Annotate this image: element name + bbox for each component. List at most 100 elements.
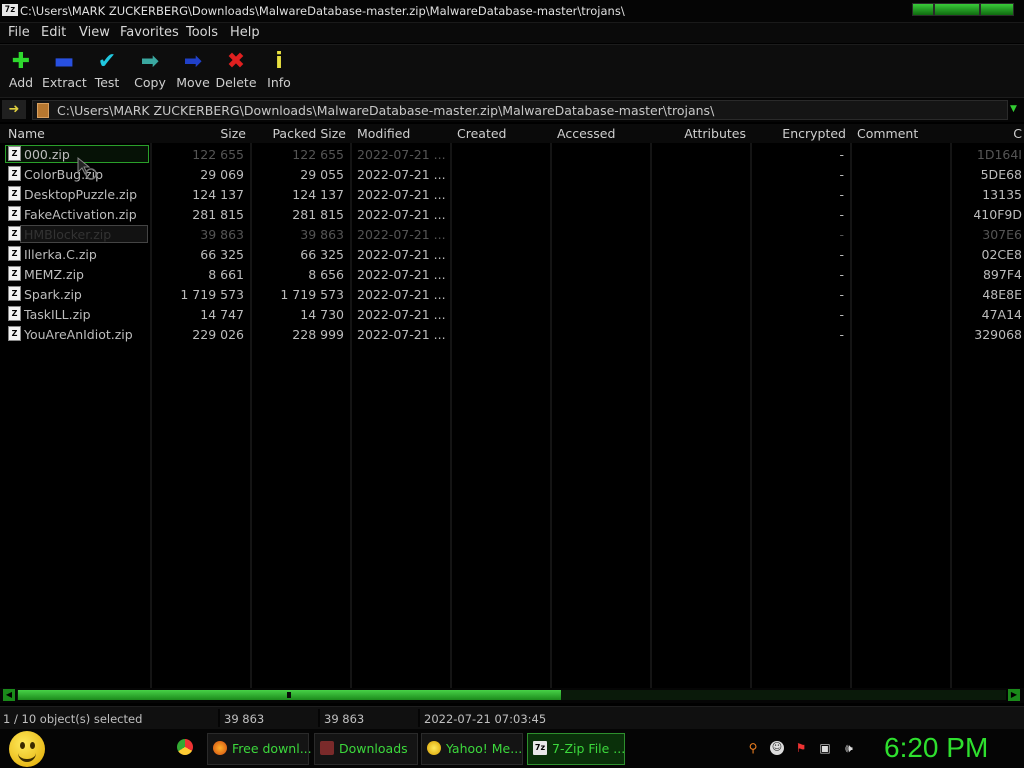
taskbar-item-yahoo[interactable]: Yahoo! Me... xyxy=(421,733,523,765)
messenger-tray-icon[interactable]: ☺ xyxy=(770,741,784,755)
7zip-app-icon: 7z xyxy=(2,4,18,16)
chrome-icon[interactable] xyxy=(177,739,193,755)
path-text: C:\Users\MARK ZUCKERBERG\Downloads\Malwa… xyxy=(57,103,715,118)
file-size: 1 719 573 xyxy=(180,287,244,302)
start-button-smiley-icon[interactable] xyxy=(9,731,45,767)
status-divider xyxy=(218,709,220,727)
file-packed-size: 1 719 573 xyxy=(280,287,344,302)
copy-arrow-icon: ➡ xyxy=(140,49,160,74)
taskbar-item-7zip[interactable]: 7z 7-Zip File ... xyxy=(527,733,625,765)
file-list[interactable]: Name Size Packed Size Modified Created A… xyxy=(0,124,1024,688)
file-name: HMBlocker.zip xyxy=(24,227,112,242)
table-row[interactable]: Z 000.zip 122 655 122 655 2022-07-21 ...… xyxy=(0,144,1024,164)
test-label: Test xyxy=(94,75,120,90)
taskbar-clock[interactable]: 6:20 PM xyxy=(884,732,988,764)
file-name: Illerka.C.zip xyxy=(24,247,97,262)
maximize-button[interactable] xyxy=(934,3,980,16)
file-crc: 307E6 xyxy=(982,227,1022,242)
status-packed-size: 39 863 xyxy=(324,712,365,726)
menu-favorites[interactable]: Favorites xyxy=(120,25,179,40)
file-size: 124 137 xyxy=(192,187,244,202)
file-modified: 2022-07-21 ... xyxy=(357,267,446,282)
table-row[interactable]: Z HMBlocker.zip 39 863 39 863 2022-07-21… xyxy=(0,224,1024,244)
move-arrow-icon: ➡ xyxy=(183,49,203,74)
move-button[interactable]: ➡ Move xyxy=(171,49,215,90)
file-packed-size: 124 137 xyxy=(292,187,344,202)
column-name[interactable]: Name xyxy=(8,126,45,141)
column-comment[interactable]: Comment xyxy=(857,126,918,141)
column-modified[interactable]: Modified xyxy=(357,126,410,141)
column-encrypted[interactable]: Encrypted xyxy=(752,126,846,141)
chevron-down-icon[interactable]: ▼ xyxy=(1010,104,1017,114)
table-row[interactable]: Z Illerka.C.zip 66 325 66 325 2022-07-21… xyxy=(0,244,1024,264)
minimize-button[interactable] xyxy=(912,3,934,16)
delete-button[interactable]: ✖ Delete xyxy=(214,49,258,90)
file-encrypted: - xyxy=(839,327,844,342)
window-title: C:\Users\MARK ZUCKERBERG\Downloads\Malwa… xyxy=(20,4,625,18)
scroll-right-icon[interactable]: ▶ xyxy=(1008,689,1020,701)
menu-edit[interactable]: Edit xyxy=(41,25,66,40)
close-button[interactable] xyxy=(980,3,1014,16)
column-header-row: Name Size Packed Size Modified Created A… xyxy=(0,124,1024,143)
file-name: FakeActivation.zip xyxy=(24,207,137,222)
file-size: 229 026 xyxy=(192,327,244,342)
file-crc: 47A14 xyxy=(981,307,1022,322)
table-row[interactable]: Z MEMZ.zip 8 661 8 656 2022-07-21 ... - … xyxy=(0,264,1024,284)
file-name: DesktopPuzzle.zip xyxy=(24,187,138,202)
extract-button[interactable]: ▬ Extract xyxy=(42,49,87,90)
scroll-left-icon[interactable]: ◀ xyxy=(3,689,15,701)
file-name: MEMZ.zip xyxy=(24,267,84,282)
task-label: 7-Zip File ... xyxy=(552,741,626,756)
table-row[interactable]: Z ColorBug.zip 29 069 29 055 2022-07-21 … xyxy=(0,164,1024,184)
file-size: 29 069 xyxy=(200,167,244,182)
file-modified: 2022-07-21 ... xyxy=(357,147,446,162)
horizontal-scrollbar[interactable]: ◀ ▶ xyxy=(0,688,1024,703)
menu-help[interactable]: Help xyxy=(230,25,260,40)
file-crc: 1D164I xyxy=(976,147,1022,162)
table-row[interactable]: Z TaskILL.zip 14 747 14 730 2022-07-21 .… xyxy=(0,304,1024,324)
menu-file[interactable]: File xyxy=(8,25,30,40)
check-icon: ✔ xyxy=(97,49,117,74)
table-row[interactable]: Z YouAreAnIdiot.zip 229 026 228 999 2022… xyxy=(0,324,1024,344)
firefox-icon xyxy=(213,741,227,755)
volume-icon[interactable]: 🕪 xyxy=(842,741,856,755)
zip-file-icon: Z xyxy=(8,266,21,281)
plus-icon: ✚ xyxy=(11,49,31,74)
menu-tools[interactable]: Tools xyxy=(186,25,218,40)
column-packed-size[interactable]: Packed Size xyxy=(252,126,346,141)
column-size[interactable]: Size xyxy=(152,126,246,141)
scroll-grip xyxy=(287,692,291,698)
column-crc[interactable]: C xyxy=(952,126,1022,141)
file-modified: 2022-07-21 ... xyxy=(357,247,446,262)
table-row[interactable]: Z Spark.zip 1 719 573 1 719 573 2022-07-… xyxy=(0,284,1024,304)
zip-file-icon: Z xyxy=(8,206,21,221)
task-label: Downloads xyxy=(339,741,408,756)
info-button[interactable]: i Info xyxy=(257,49,301,90)
menu-view[interactable]: View xyxy=(79,25,110,40)
file-encrypted: - xyxy=(839,267,844,282)
toolbar: ✚ Add ▬ Extract ✔ Test ➡ Copy ➡ Move ✖ D… xyxy=(0,44,1024,98)
network-icon[interactable]: ▣ xyxy=(818,741,832,755)
table-row[interactable]: Z DesktopPuzzle.zip 124 137 124 137 2022… xyxy=(0,184,1024,204)
taskbar-item-firefox[interactable]: Free downl... xyxy=(207,733,312,765)
copy-button[interactable]: ➡ Copy xyxy=(128,49,172,90)
taskbar-item-downloads[interactable]: Downloads xyxy=(314,733,418,765)
column-attributes[interactable]: Attributes xyxy=(652,126,746,141)
table-row[interactable]: Z FakeActivation.zip 281 815 281 815 202… xyxy=(0,204,1024,224)
search-icon[interactable]: ⚲ xyxy=(746,741,760,755)
path-field[interactable]: C:\Users\MARK ZUCKERBERG\Downloads\Malwa… xyxy=(32,100,1008,120)
move-label: Move xyxy=(176,75,210,90)
folder-up-icon[interactable]: ➜ xyxy=(2,100,26,119)
action-center-flag-icon[interactable]: ⚑ xyxy=(794,741,808,755)
column-accessed[interactable]: Accessed xyxy=(557,126,615,141)
test-button[interactable]: ✔ Test xyxy=(85,49,129,90)
file-encrypted: - xyxy=(839,187,844,202)
minus-icon: ▬ xyxy=(53,49,75,74)
file-encrypted: - xyxy=(839,147,844,162)
zip-file-icon: Z xyxy=(8,186,21,201)
column-created[interactable]: Created xyxy=(457,126,506,141)
file-encrypted: - xyxy=(839,207,844,222)
file-name: 000.zip xyxy=(24,147,70,162)
zip-file-icon: Z xyxy=(8,146,21,161)
add-button[interactable]: ✚ Add xyxy=(0,49,43,90)
